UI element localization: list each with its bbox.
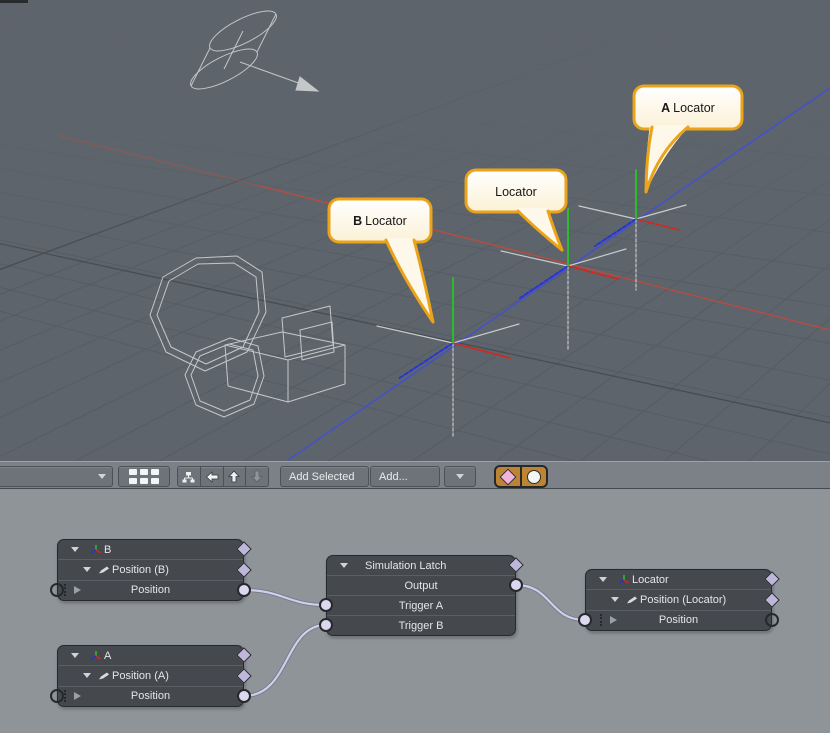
node-title: B (104, 544, 111, 556)
collapse-icon[interactable] (83, 673, 91, 678)
arrow-down-icon (251, 470, 263, 483)
latch-trigger-a-port[interactable] (319, 598, 333, 612)
node-b-position-output-port[interactable] (237, 583, 251, 597)
pencil-icon (98, 565, 110, 574)
latch-trigger-a-row[interactable]: Trigger A (327, 595, 515, 615)
node-b-header[interactable]: B (58, 540, 243, 559)
node-simulation-latch[interactable]: Simulation Latch Output Trigger A Trigge… (326, 555, 516, 636)
node-a-header[interactable]: A (58, 646, 243, 665)
locator-item-icon (90, 650, 102, 662)
add-dropdown-button[interactable] (444, 466, 476, 487)
add-label: Add... (379, 471, 408, 483)
chevron-down-icon (456, 474, 464, 479)
viewport-3d[interactable]: BLocator Locator ALocator (0, 0, 830, 461)
graph-nav-button-group (177, 466, 269, 487)
schematic-node-editor[interactable]: B Position (B) Position (0, 489, 830, 733)
arrow-left-icon (205, 471, 219, 483)
circle-toggle-icon (527, 470, 541, 484)
schematic-toolbar: Add Selected Add... (0, 461, 830, 489)
modo-schematic-window: BLocator Locator ALocator (0, 0, 830, 733)
add-selected-label: Add Selected (289, 471, 354, 483)
collapse-icon[interactable] (340, 563, 348, 568)
node-b-channel-header[interactable]: Position (B) (58, 559, 243, 579)
locator-position-output-port[interactable] (765, 613, 779, 627)
latch-output-row[interactable]: Output (327, 575, 515, 595)
locator-position-input-port[interactable] (578, 613, 592, 627)
add-selected-button[interactable]: Add Selected (280, 466, 369, 487)
connector-filter-toggles (494, 465, 548, 488)
down-button[interactable] (246, 467, 268, 486)
channel-links-toggle[interactable] (496, 467, 522, 486)
up-button[interactable] (224, 467, 247, 486)
channel-title: Position (A) (112, 670, 169, 682)
collapse-icon[interactable] (71, 653, 79, 658)
port-label: Position (58, 584, 243, 596)
collapse-icon[interactable] (71, 547, 79, 552)
locator-channel-header[interactable]: Position (Locator) (586, 589, 771, 609)
layout-grid-icon (129, 469, 159, 484)
window-edge-strip (0, 0, 28, 3)
node-a-position-output-port[interactable] (237, 689, 251, 703)
callout-b-text: BLocator (353, 214, 407, 228)
collapse-icon[interactable] (611, 597, 619, 602)
node-title: Simulation Latch (365, 560, 446, 572)
latch-header[interactable]: Simulation Latch (327, 556, 515, 575)
channel-title: Position (Locator) (640, 594, 726, 606)
port-label: Position (586, 614, 771, 626)
locator-item-icon (618, 574, 630, 586)
locator-item-icon (90, 544, 102, 556)
node-title: A (104, 650, 111, 662)
node-a[interactable]: A Position (A) Position (57, 645, 244, 707)
data-links-toggle[interactable] (522, 467, 546, 486)
pencil-icon (626, 595, 638, 604)
port-label: Trigger A (327, 600, 515, 612)
node-b[interactable]: B Position (B) Position (57, 539, 244, 601)
pencil-icon (98, 671, 110, 680)
node-a-channel-header[interactable]: Position (A) (58, 665, 243, 685)
collapse-icon[interactable] (83, 567, 91, 572)
chevron-down-icon (98, 474, 106, 479)
layout-view-button[interactable] (118, 466, 170, 487)
latch-output-port[interactable] (509, 578, 523, 592)
callout-mid-text: Locator (495, 185, 537, 199)
node-b-position-input-port[interactable] (50, 583, 64, 597)
diamond-toggle-icon (500, 468, 517, 485)
node-a-position-input-port[interactable] (50, 689, 64, 703)
node-title: Locator (632, 574, 669, 586)
node-a-position-row[interactable]: Position (58, 686, 243, 706)
graph-selector-dropdown[interactable] (0, 466, 113, 487)
callout-a-text: ALocator (661, 101, 715, 115)
latch-trigger-b-port[interactable] (319, 618, 333, 632)
port-label: Trigger B (327, 620, 515, 632)
arrow-up-icon (228, 470, 240, 483)
locator-position-row[interactable]: Position (586, 610, 771, 630)
latch-trigger-b-row[interactable]: Trigger B (327, 615, 515, 635)
hierarchy-button[interactable] (178, 467, 201, 486)
wire-output-to-locator (516, 585, 585, 620)
hierarchy-icon (182, 471, 195, 483)
node-b-position-row[interactable]: Position (58, 580, 243, 600)
channel-title: Position (B) (112, 564, 169, 576)
node-locator[interactable]: Locator Position (Locator) Position (585, 569, 772, 631)
port-label: Output (327, 580, 515, 592)
back-button[interactable] (201, 467, 224, 486)
collapse-icon[interactable] (599, 577, 607, 582)
add-button[interactable]: Add... (370, 466, 440, 487)
port-label: Position (58, 690, 243, 702)
locator-header[interactable]: Locator (586, 570, 771, 589)
